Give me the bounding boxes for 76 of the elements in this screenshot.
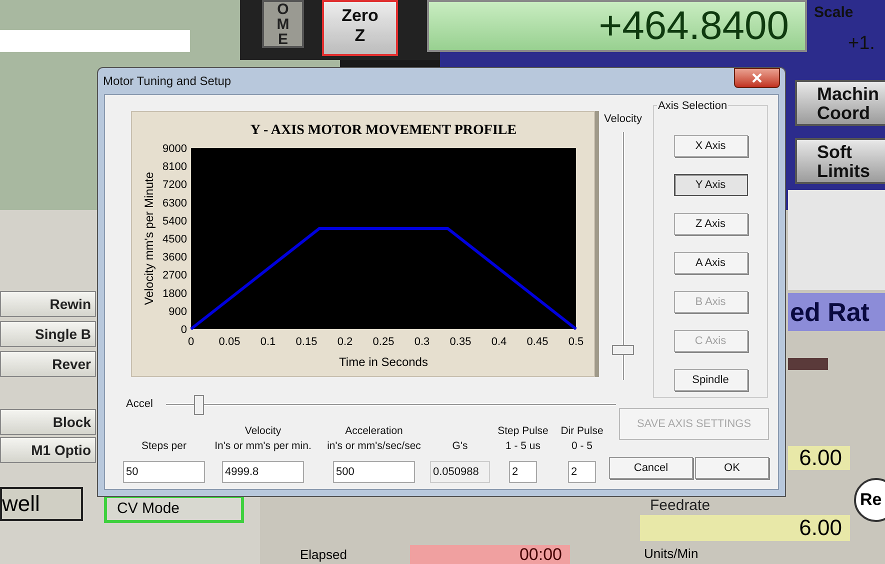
machine-button[interactable]: Single B	[0, 321, 96, 347]
machine-button[interactable]: M1 Optio	[0, 437, 96, 463]
axis-button[interactable]: Y Axis	[674, 174, 748, 196]
x-tick-label: 0.4	[491, 336, 507, 348]
y-tick-label: 1800	[162, 288, 187, 300]
x-tick-label: 0.45	[526, 336, 548, 348]
field-label: Velocity In's or mm's per min.	[214, 424, 312, 454]
x-tick-label: 0.25	[372, 336, 394, 348]
x-tick-label: 0.35	[450, 336, 472, 348]
dialog-button[interactable]: Cancel	[609, 457, 693, 479]
slider-thumb[interactable]	[194, 394, 204, 414]
close-button[interactable]	[734, 68, 780, 88]
chart-title: Y - AXIS MOTOR MOVEMENT PROFILE	[250, 123, 517, 138]
x-tick-label: 0.5	[568, 336, 584, 348]
value-field[interactable]: 4999.8	[222, 460, 304, 482]
value-field[interactable]: 0.050988	[430, 460, 490, 482]
value-field[interactable]: 50	[123, 460, 205, 482]
elapsed-label: Elapsed	[300, 547, 347, 562]
value-field[interactable]: 500	[333, 460, 415, 482]
field-label: Step Pulse 1 - 5 us	[498, 424, 548, 454]
feed-value: 6.00	[788, 446, 850, 470]
dwell-box: well	[0, 487, 83, 521]
y-tick-label: 0	[180, 324, 187, 336]
y-tick-label: 7200	[162, 179, 187, 192]
feedrate-label: Feedrate	[650, 497, 710, 514]
close-icon	[752, 73, 762, 83]
value-field[interactable]: 2	[509, 460, 537, 482]
units-label: Units/Min	[644, 546, 698, 561]
zero-button[interactable]: Zero Z	[322, 0, 398, 56]
y-axis-title: Velocity mm's per Minute	[142, 172, 156, 305]
x-tick-label: 0.3	[414, 336, 430, 348]
x-tick-label: 0.05	[218, 336, 240, 348]
velocity-slider-label: Velocity	[604, 112, 642, 127]
machine-button[interactable]: Machin Coord	[795, 80, 885, 126]
reset-button[interactable]: Re	[854, 478, 885, 522]
y-tick-label: 3600	[162, 252, 187, 264]
feedrate-value: 6.00	[640, 515, 850, 541]
position-readout: +464.8400	[427, 0, 807, 52]
x-tick-label: 0	[188, 336, 194, 348]
field-label: G's	[452, 438, 468, 454]
machine-button[interactable]: Rever	[0, 351, 96, 377]
x-tick-label: 0.1	[260, 336, 276, 348]
machine-button[interactable]: Block	[0, 409, 96, 435]
accel-slider[interactable]	[166, 394, 616, 416]
y-tick-label: 900	[168, 306, 187, 318]
y-tick-label: 8100	[162, 161, 187, 174]
x-tick-label: 0.15	[296, 336, 318, 348]
field-label: Acceleration in's or mm's/sec/sec	[327, 424, 421, 454]
feed-rate-banner: ed Rat	[788, 293, 885, 331]
x-tick-label: 0.2	[337, 336, 353, 348]
axis-button[interactable]: Spindle	[674, 369, 748, 391]
value-field[interactable]: 2	[568, 460, 596, 482]
y-tick-label: 6300	[162, 197, 187, 210]
dialog-button[interactable]: OK	[695, 457, 769, 479]
y-tick-label: 4500	[162, 234, 187, 246]
axis-button[interactable]: X Axis	[674, 135, 748, 157]
field-label: Dir Pulse 0 - 5	[560, 424, 604, 454]
window-title: Motor Tuning and Setup	[103, 73, 232, 90]
axis-button[interactable]: A Axis	[674, 252, 748, 274]
field-label: Steps per	[142, 438, 186, 454]
x-axis-title: Time in Seconds	[339, 355, 428, 369]
scale-value: +1.	[848, 32, 875, 56]
home-button[interactable]: OME	[262, 0, 304, 48]
y-tick-label: 5400	[162, 215, 187, 228]
y-tick-label: 2700	[162, 270, 187, 282]
machine-button[interactable]: Rewin	[0, 291, 96, 317]
feed-bar	[788, 358, 828, 370]
elapsed-readout: 00:00	[410, 545, 570, 564]
slider-thumb[interactable]	[612, 344, 634, 355]
velocity-slider[interactable]	[612, 132, 634, 380]
scale-label: Scale	[814, 3, 854, 23]
axis-button[interactable]: Z Axis	[674, 213, 748, 235]
y-tick-label: 9000	[162, 143, 187, 155]
machine-button[interactable]: Soft Limits	[795, 138, 885, 184]
cv-mode-indicator: CV Mode	[104, 495, 244, 523]
accel-slider-label: Accel	[126, 397, 154, 412]
